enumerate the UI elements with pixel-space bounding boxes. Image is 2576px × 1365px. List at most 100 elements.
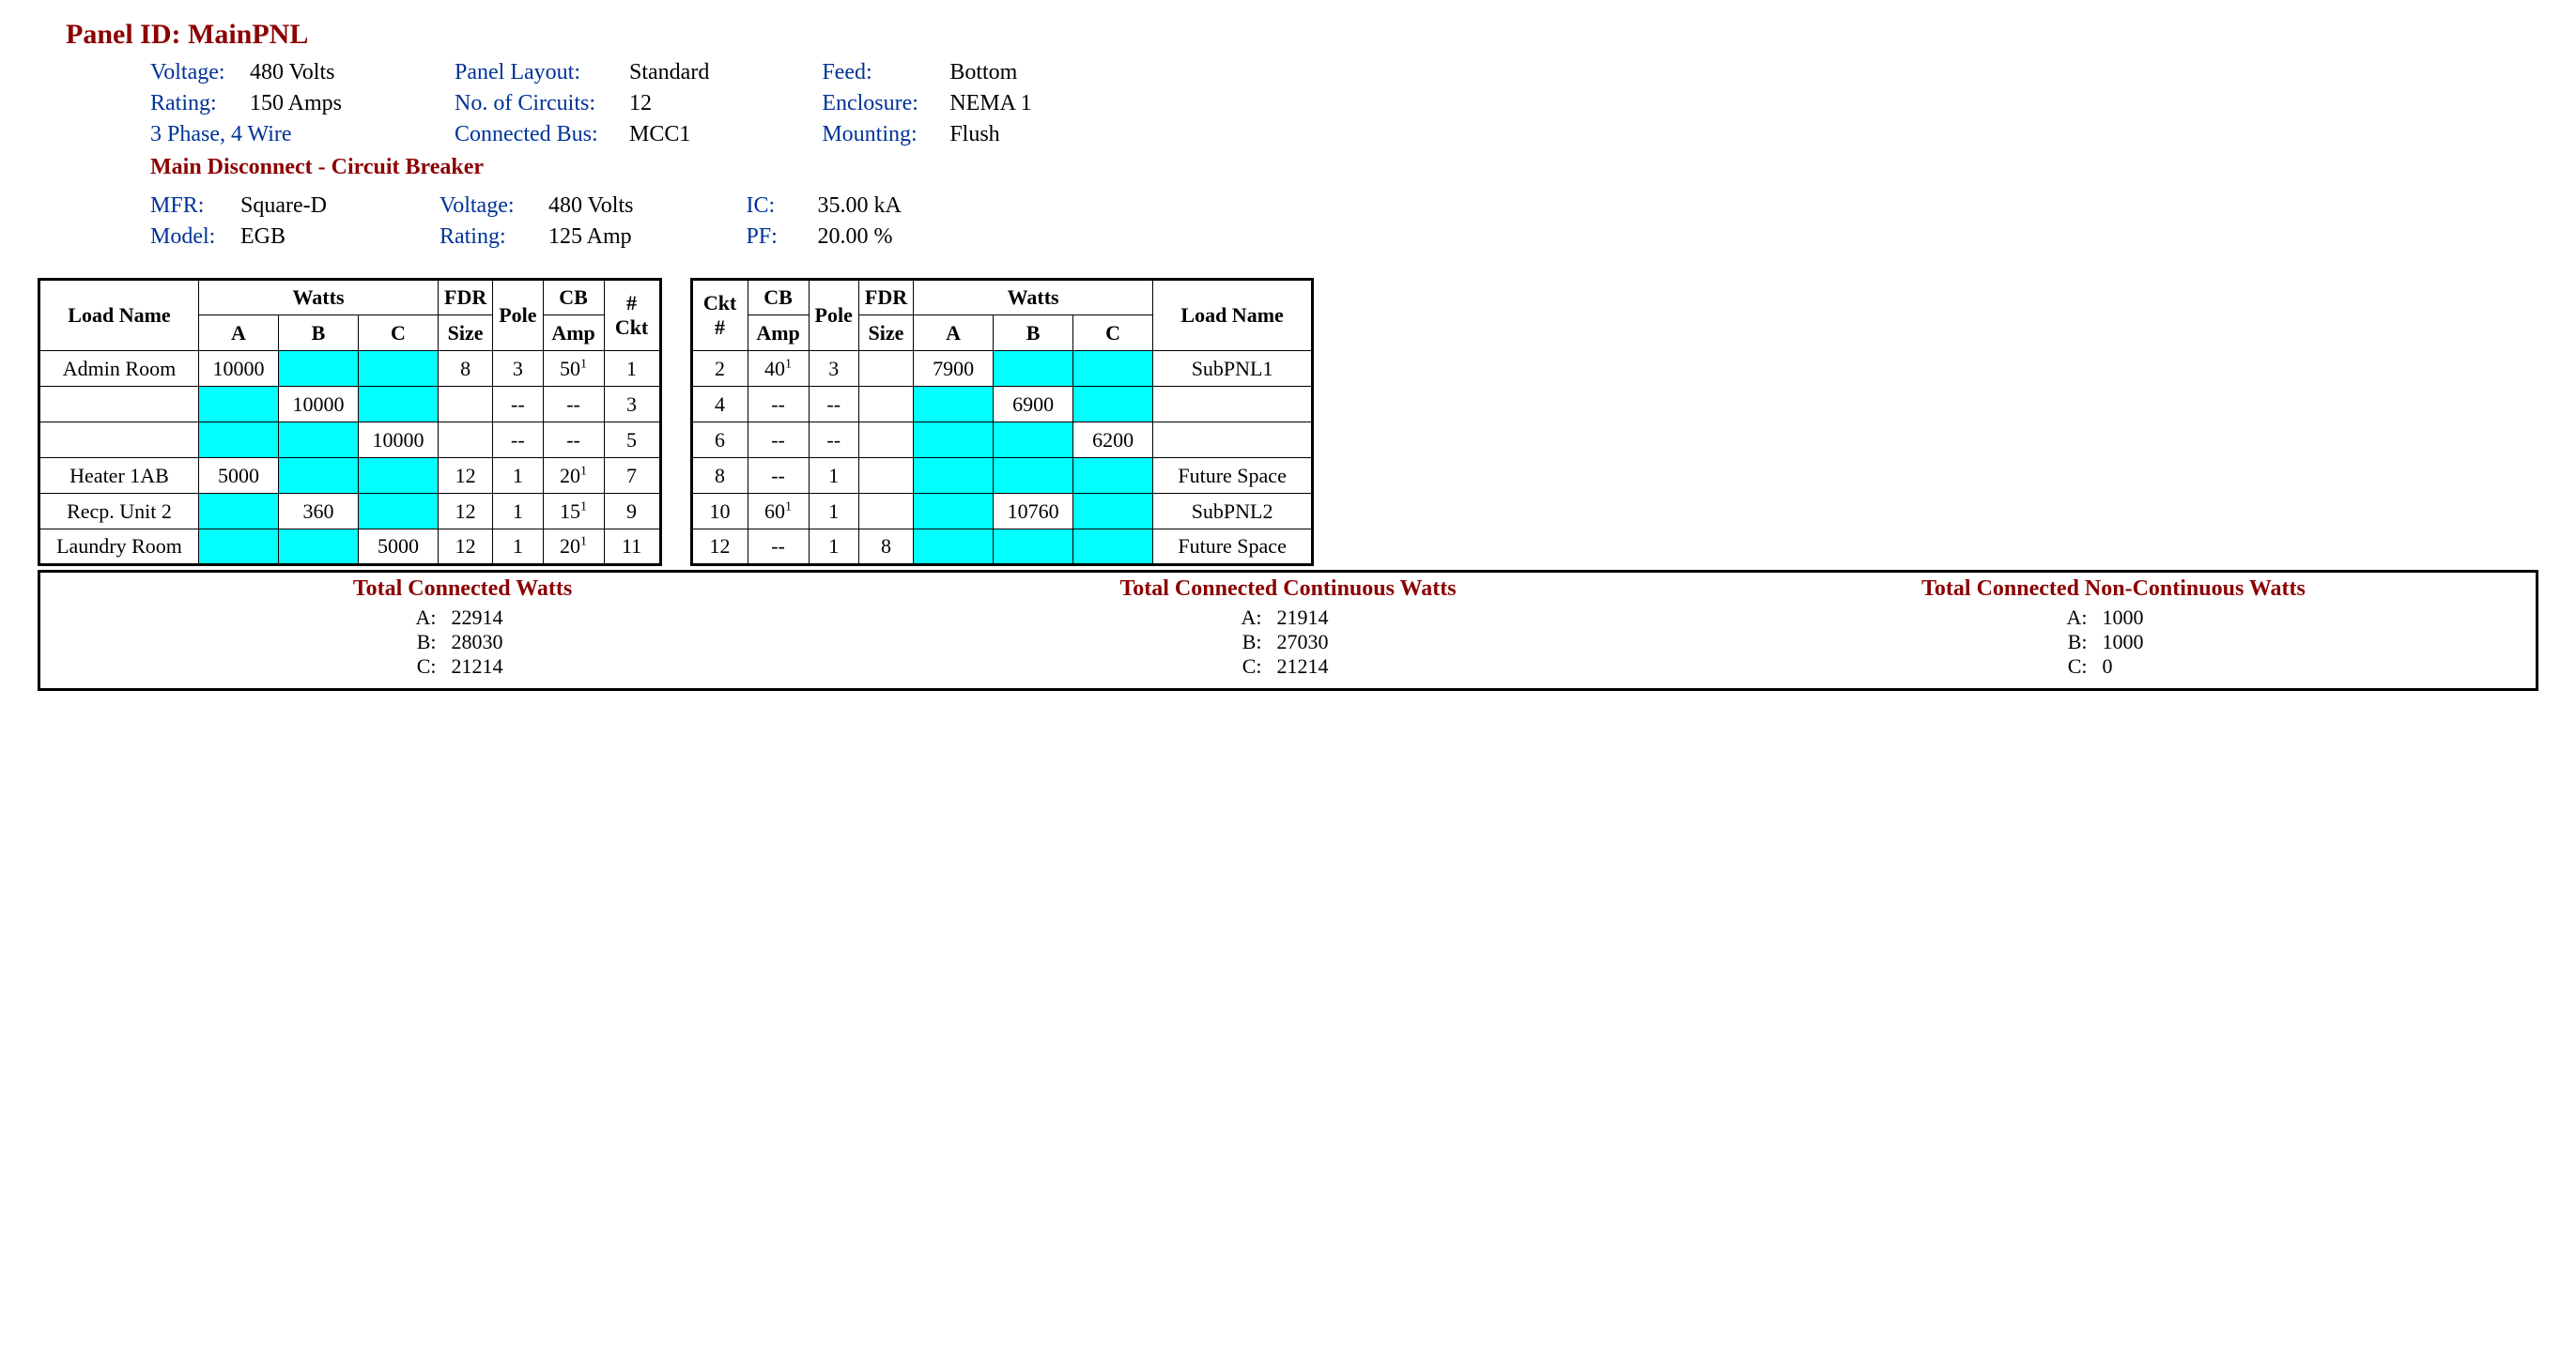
cell-ckt: 10 bbox=[691, 494, 748, 529]
cell-watts-A bbox=[914, 387, 994, 422]
left-circuit-table: Load Name Watts FDR Pole CB # Ckt A B C … bbox=[38, 278, 662, 566]
cell-pole: 3 bbox=[493, 351, 543, 387]
panel-title: Panel ID: MainPNL bbox=[66, 19, 2538, 51]
table-row: 8--1Future Space bbox=[691, 458, 1313, 494]
totals-noncont-B-label: B: bbox=[2059, 630, 2088, 654]
table-row: Laundry Room500012120111 bbox=[39, 529, 661, 565]
cell-ckt: 3 bbox=[604, 387, 660, 422]
totals-noncont-B: 1000 bbox=[2103, 630, 2168, 654]
cell-load: Future Space bbox=[1153, 458, 1313, 494]
cell-ckt: 4 bbox=[691, 387, 748, 422]
cell-pole: -- bbox=[809, 387, 858, 422]
rating-label: Rating: bbox=[150, 91, 235, 116]
cell-load: SubPNL1 bbox=[1153, 351, 1313, 387]
cell-fdr: 12 bbox=[439, 458, 493, 494]
cell-watts-A bbox=[914, 529, 994, 565]
mounting-value: Flush bbox=[949, 122, 999, 147]
cell-watts-B bbox=[279, 458, 359, 494]
th-ckt-hash: # Ckt bbox=[604, 280, 660, 351]
cell-load bbox=[39, 422, 199, 458]
panel-title-label: Panel ID: bbox=[66, 19, 188, 50]
header-info: Voltage:480 Volts Rating:150 Amps 3 Phas… bbox=[150, 60, 2538, 147]
ic-label: IC: bbox=[746, 193, 802, 219]
cell-watts-B bbox=[994, 529, 1073, 565]
cell-ckt: 9 bbox=[604, 494, 660, 529]
cell-watts-C: 6200 bbox=[1073, 422, 1153, 458]
cell-watts-B bbox=[994, 351, 1073, 387]
cell-cb: -- bbox=[748, 458, 809, 494]
cell-cb: -- bbox=[748, 387, 809, 422]
right-circuit-table: Ckt # CB Pole FDR Watts Load Name Amp Si… bbox=[690, 278, 1315, 566]
d-voltage-label: Voltage: bbox=[440, 193, 533, 219]
cell-load: Laundry Room bbox=[39, 529, 199, 565]
cell-cb: -- bbox=[543, 387, 604, 422]
totals-connected-A-label: A: bbox=[409, 606, 437, 630]
totals-noncont-C-label: C: bbox=[2059, 654, 2088, 679]
totals-continuous-C-label: C: bbox=[1234, 654, 1262, 679]
cell-pole: 1 bbox=[809, 494, 858, 529]
cell-ckt: 12 bbox=[691, 529, 748, 565]
cell-watts-B bbox=[279, 422, 359, 458]
cell-watts-B bbox=[279, 351, 359, 387]
th-pole: Pole bbox=[493, 280, 543, 351]
cell-watts-C bbox=[1073, 529, 1153, 565]
cell-cb: 151 bbox=[543, 494, 604, 529]
pf-value: 20.00 % bbox=[817, 224, 892, 250]
disconnect-info: MFR:Square-D Model:EGB Voltage:480 Volts… bbox=[150, 193, 2538, 250]
cell-cb: 201 bbox=[543, 529, 604, 565]
cell-watts-B: 10000 bbox=[279, 387, 359, 422]
cell-watts-C bbox=[359, 458, 439, 494]
cell-watts-C bbox=[359, 387, 439, 422]
totals-connected-B-label: B: bbox=[409, 630, 437, 654]
cell-fdr bbox=[439, 387, 493, 422]
cell-watts-C bbox=[1073, 351, 1153, 387]
table-row: 6----6200 bbox=[691, 422, 1313, 458]
phase-wire: 3 Phase, 4 Wire bbox=[150, 122, 292, 147]
enclosure-value: NEMA 1 bbox=[949, 91, 1031, 116]
layout-value: Standard bbox=[629, 60, 709, 85]
cell-watts-A bbox=[199, 494, 279, 529]
table-row: 10000----5 bbox=[39, 422, 661, 458]
cell-cb: -- bbox=[748, 422, 809, 458]
table-row: 12--18Future Space bbox=[691, 529, 1313, 565]
cell-watts-C bbox=[359, 351, 439, 387]
d-rating-label: Rating: bbox=[440, 224, 533, 250]
model-label: Model: bbox=[150, 224, 225, 250]
cell-cb: -- bbox=[748, 529, 809, 565]
th-A: A bbox=[199, 315, 279, 351]
cell-fdr bbox=[858, 494, 913, 529]
totals-connected-B: 28030 bbox=[452, 630, 517, 654]
table-row: Admin Room10000835011 bbox=[39, 351, 661, 387]
cell-pole: 1 bbox=[493, 494, 543, 529]
circuits-label: No. of Circuits: bbox=[455, 91, 614, 116]
pf-label: PF: bbox=[746, 224, 802, 250]
cell-load bbox=[1153, 422, 1313, 458]
cell-watts-B: 360 bbox=[279, 494, 359, 529]
totals-box: Total Connected Watts A:22914 B:28030 C:… bbox=[38, 570, 2538, 691]
th-size-r: Size bbox=[858, 315, 913, 351]
mfr-value: Square-D bbox=[240, 193, 327, 219]
rating-value: 150 Amps bbox=[250, 91, 342, 116]
cell-watts-A bbox=[199, 529, 279, 565]
table-row: 4----6900 bbox=[691, 387, 1313, 422]
circuits-value: 12 bbox=[629, 91, 652, 116]
totals-noncontinuous-title: Total Connected Non-Continuous Watts bbox=[1701, 576, 2526, 602]
th-size: Size bbox=[439, 315, 493, 351]
cell-pole: 1 bbox=[809, 458, 858, 494]
cell-watts-A bbox=[914, 422, 994, 458]
cell-fdr: 8 bbox=[439, 351, 493, 387]
table-row: 240137900SubPNL1 bbox=[691, 351, 1313, 387]
cell-pole: -- bbox=[809, 422, 858, 458]
totals-continuous-C: 21214 bbox=[1277, 654, 1343, 679]
ic-value: 35.00 kA bbox=[817, 193, 901, 219]
cell-watts-A: 7900 bbox=[914, 351, 994, 387]
table-row: Recp. Unit 23601211519 bbox=[39, 494, 661, 529]
cell-fdr bbox=[439, 422, 493, 458]
totals-connected-title: Total Connected Watts bbox=[50, 576, 875, 602]
th-cb: CB bbox=[543, 280, 604, 315]
th-watts-r: Watts bbox=[914, 280, 1153, 315]
th-load-name: Load Name bbox=[39, 280, 199, 351]
th-pole-r: Pole bbox=[809, 280, 858, 351]
cell-ckt: 6 bbox=[691, 422, 748, 458]
cell-watts-C: 10000 bbox=[359, 422, 439, 458]
